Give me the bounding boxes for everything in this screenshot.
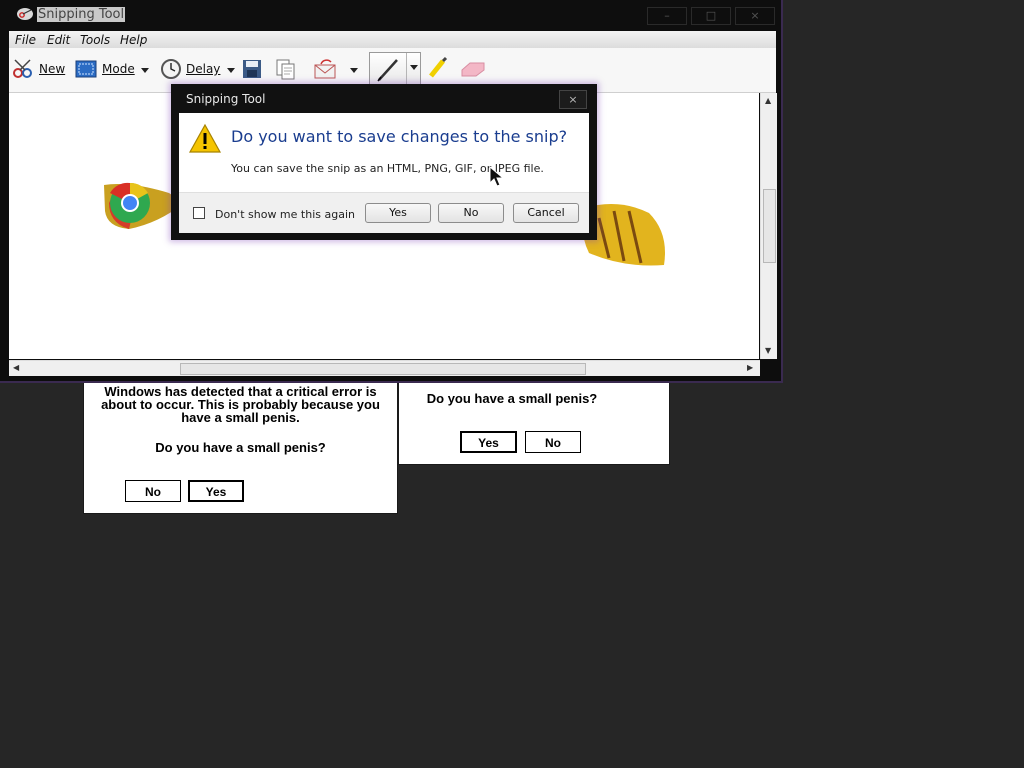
popup-right-no-button[interactable]: No — [525, 431, 581, 453]
popup-left-message: Windows has detected that a critical err… — [101, 384, 380, 425]
pen-tool-button[interactable] — [369, 52, 421, 88]
mode-icon — [75, 60, 97, 78]
window-title: Snipping Tool — [37, 7, 126, 22]
copy-icon[interactable] — [275, 58, 297, 80]
title-bar[interactable]: Snipping Tool – □ × — [0, 0, 781, 30]
menu-file[interactable]: File — [15, 33, 36, 47]
send-snip-button[interactable] — [313, 57, 363, 83]
minimize-button[interactable]: – — [647, 7, 687, 25]
clock-icon — [161, 59, 181, 79]
fake-error-popup-right: Do you have a small penis? Yes No — [398, 378, 670, 465]
new-snip-button[interactable]: New — [11, 56, 65, 82]
highlighter-icon[interactable] — [426, 56, 450, 80]
maximize-button[interactable]: □ — [691, 7, 731, 25]
menu-help[interactable]: Help — [120, 33, 147, 47]
dont-show-again-label: Don't show me this again — [215, 208, 355, 221]
save-changes-dialog: Snipping Tool × Do you want to save chan… — [171, 84, 597, 240]
popup-left-question: Do you have a small penis? — [155, 440, 326, 455]
cancel-button[interactable]: Cancel — [513, 203, 579, 223]
send-dropdown-icon[interactable] — [350, 68, 358, 73]
yes-button[interactable]: Yes — [365, 203, 431, 223]
scroll-down-icon[interactable]: ▼ — [765, 346, 771, 355]
scissors-icon — [13, 59, 32, 78]
save-icon[interactable] — [242, 59, 262, 79]
menu-edit[interactable]: Edit — [47, 33, 70, 47]
dialog-close-button[interactable]: × — [559, 90, 587, 109]
close-button[interactable]: × — [735, 7, 775, 25]
popup-left-yes-button[interactable]: Yes — [188, 480, 244, 502]
delay-label: Delay — [186, 62, 221, 76]
warning-icon — [188, 123, 222, 153]
vertical-scrollbar[interactable]: ▲ ▼ — [760, 93, 777, 359]
dont-show-again-checkbox[interactable] — [193, 207, 205, 219]
delay-dropdown-icon[interactable] — [227, 68, 235, 73]
fake-error-popup-left: Windows has detected that a critical err… — [83, 378, 398, 514]
dialog-title: Snipping Tool — [186, 92, 266, 106]
delay-button[interactable]: Delay — [160, 56, 240, 82]
pen-dropdown-icon[interactable] — [410, 65, 418, 70]
mode-dropdown-icon[interactable] — [141, 68, 149, 73]
no-button[interactable]: No — [438, 203, 504, 223]
menu-bar: File Edit Tools Help — [9, 31, 776, 48]
envelope-icon — [314, 59, 336, 79]
mode-button[interactable]: Mode — [75, 56, 151, 82]
mouse-cursor-icon — [489, 166, 505, 187]
scissors-app-icon — [17, 8, 33, 20]
vertical-scroll-thumb[interactable] — [763, 189, 776, 263]
scroll-up-icon[interactable]: ▲ — [765, 96, 771, 105]
dialog-footer: Don't show me this again Yes No Cancel — [179, 192, 589, 233]
menu-tools[interactable]: Tools — [80, 33, 110, 47]
eraser-icon[interactable] — [460, 60, 486, 78]
new-label: New — [39, 62, 66, 76]
popup-left-no-button[interactable]: No — [125, 480, 181, 502]
horizontal-scrollbar[interactable]: ◀ ▶ — [9, 360, 760, 376]
horizontal-scroll-thumb[interactable] — [180, 363, 586, 375]
scroll-right-icon[interactable]: ▶ — [747, 363, 753, 372]
dialog-body: Do you want to save changes to the snip?… — [179, 113, 589, 192]
popup-right-yes-button[interactable]: Yes — [460, 431, 517, 453]
dialog-heading: Do you want to save changes to the snip? — [231, 127, 568, 146]
mode-label: Mode — [102, 62, 135, 76]
pen-icon — [377, 59, 398, 82]
scroll-left-icon[interactable]: ◀ — [13, 363, 19, 372]
popup-right-question: Do you have a small penis? — [426, 391, 598, 406]
